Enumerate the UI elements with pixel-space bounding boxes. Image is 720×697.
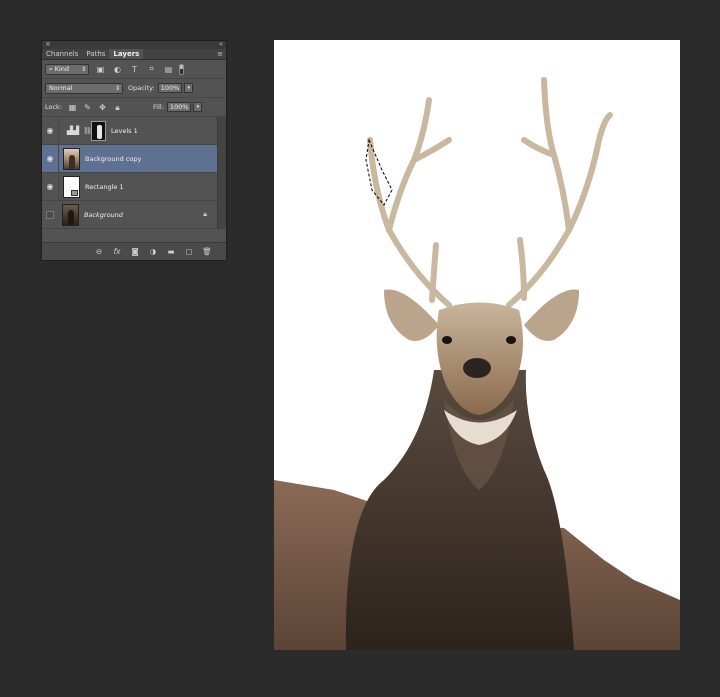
eye-icon[interactable]: ◉ [42,154,58,163]
layer-background[interactable]: Background 🔒︎ [42,201,217,229]
lock-row: Lock: ▦ ✎ ✥ 🔒︎ Fill: 100% ▾ [42,98,226,117]
chain-link-icon[interactable]: ⛓ [83,127,92,135]
smart-object-filter-icon[interactable]: ▤ [163,64,174,75]
divider [58,172,59,201]
layer-levels-1[interactable]: ◉ ▟▟ ⛓ Levels 1 [42,116,217,145]
lock-image-icon[interactable]: ✎ [83,103,92,112]
fx-icon[interactable]: fx [112,247,122,256]
shape-filter-icon[interactable]: ⌗ [146,64,157,75]
layers-list: ◉ ▟▟ ⛓ Levels 1 ◉ Background copy ◉ Rect… [42,116,226,229]
tab-paths[interactable]: Paths [82,49,109,59]
opacity-label: Opacity: [128,84,155,92]
layers-panel: × « Channels Paths Layers ≡ ⌕ Kind ⇕ ▣ ◐… [41,40,227,261]
divider [58,144,59,173]
deer-photo [274,77,680,650]
antlers [367,77,613,308]
eye-icon[interactable]: ◉ [42,182,58,191]
lock-icon: 🔒︎ [203,210,207,218]
lock-label: Lock: [45,103,63,111]
deer-body [345,370,574,650]
link-layers-icon[interactable]: ⊖ [94,247,104,256]
eye-icon[interactable]: ◉ [42,126,58,135]
type-filter-icon[interactable]: T [129,64,140,75]
blend-row: Normal ⇕ Opacity: 100% ▾ [42,79,226,98]
lock-position-icon[interactable]: ✥ [98,103,107,112]
new-group-icon[interactable]: ▬ [166,247,176,256]
layer-name: Rectangle 1 [85,182,124,191]
tab-channels[interactable]: Channels [42,49,82,59]
layer-background-copy[interactable]: ◉ Background copy [42,144,217,173]
fill-input[interactable]: 100% [166,102,192,112]
filter-row: ⌕ Kind ⇕ ▣ ◐ T ⌗ ▤ [42,60,226,79]
visibility-toggle-off[interactable] [46,210,54,219]
lock-transparent-icon[interactable]: ▦ [68,103,77,112]
layer-mask-thumbnail[interactable] [91,120,106,141]
adjustment-filter-icon[interactable]: ◐ [112,64,123,75]
opacity-input[interactable]: 100% [157,83,183,93]
shape-badge-icon [71,189,78,196]
filter-kind-label: Kind [54,64,70,73]
lock-all-icon[interactable]: 🔒︎ [113,103,122,112]
layer-name: Levels 1 [111,126,138,135]
layer-rectangle-1[interactable]: ◉ Rectangle 1 [42,172,217,201]
nose [463,358,491,378]
right-eye [506,336,516,344]
layer-name: Background [84,210,123,219]
layer-thumbnail [62,203,79,226]
new-layer-icon[interactable]: ▢ [184,247,194,256]
chevron-updown-icon: ⇕ [114,84,120,92]
filter-toggle[interactable] [179,63,184,75]
left-eye [442,336,452,344]
blend-mode-value: Normal [49,83,73,92]
panel-tabs: Channels Paths Layers ≡ [42,49,226,60]
panel-titlebar: × « [42,40,226,49]
fill-dropdown-icon[interactable]: ▾ [193,102,203,112]
tab-layers[interactable]: Layers [109,49,144,59]
chevron-updown-icon: ⇕ [80,65,86,73]
delete-layer-icon[interactable]: 🗑︎ [202,247,212,256]
levels-adjustment-icon: ▟▟ [66,126,80,135]
pixel-filter-icon[interactable]: ▣ [95,64,106,75]
right-ear [524,289,579,341]
filter-kind-dropdown[interactable]: ⌕ Kind ⇕ [45,63,89,75]
fill-label: Fill: [153,103,164,111]
new-adjustment-icon[interactable]: ◑ [148,247,158,256]
layer-thumbnail [63,147,80,170]
layer-thumbnail [63,175,80,198]
layer-name: Background copy [85,154,142,163]
layers-scrollbar[interactable] [217,117,226,229]
opacity-dropdown-icon[interactable]: ▾ [184,83,194,93]
add-mask-icon[interactable]: ◙ [130,247,140,256]
collapse-panel-icon[interactable]: « [219,40,223,48]
close-panel-icon[interactable]: × [45,40,51,48]
blend-mode-dropdown[interactable]: Normal ⇕ [45,82,123,94]
panel-menu-icon[interactable]: ≡ [217,50,223,58]
divider [58,116,59,145]
panel-bottom-bar: ⊖ fx ◙ ◑ ▬ ▢ 🗑︎ [42,242,226,260]
document-canvas[interactable] [274,40,680,650]
